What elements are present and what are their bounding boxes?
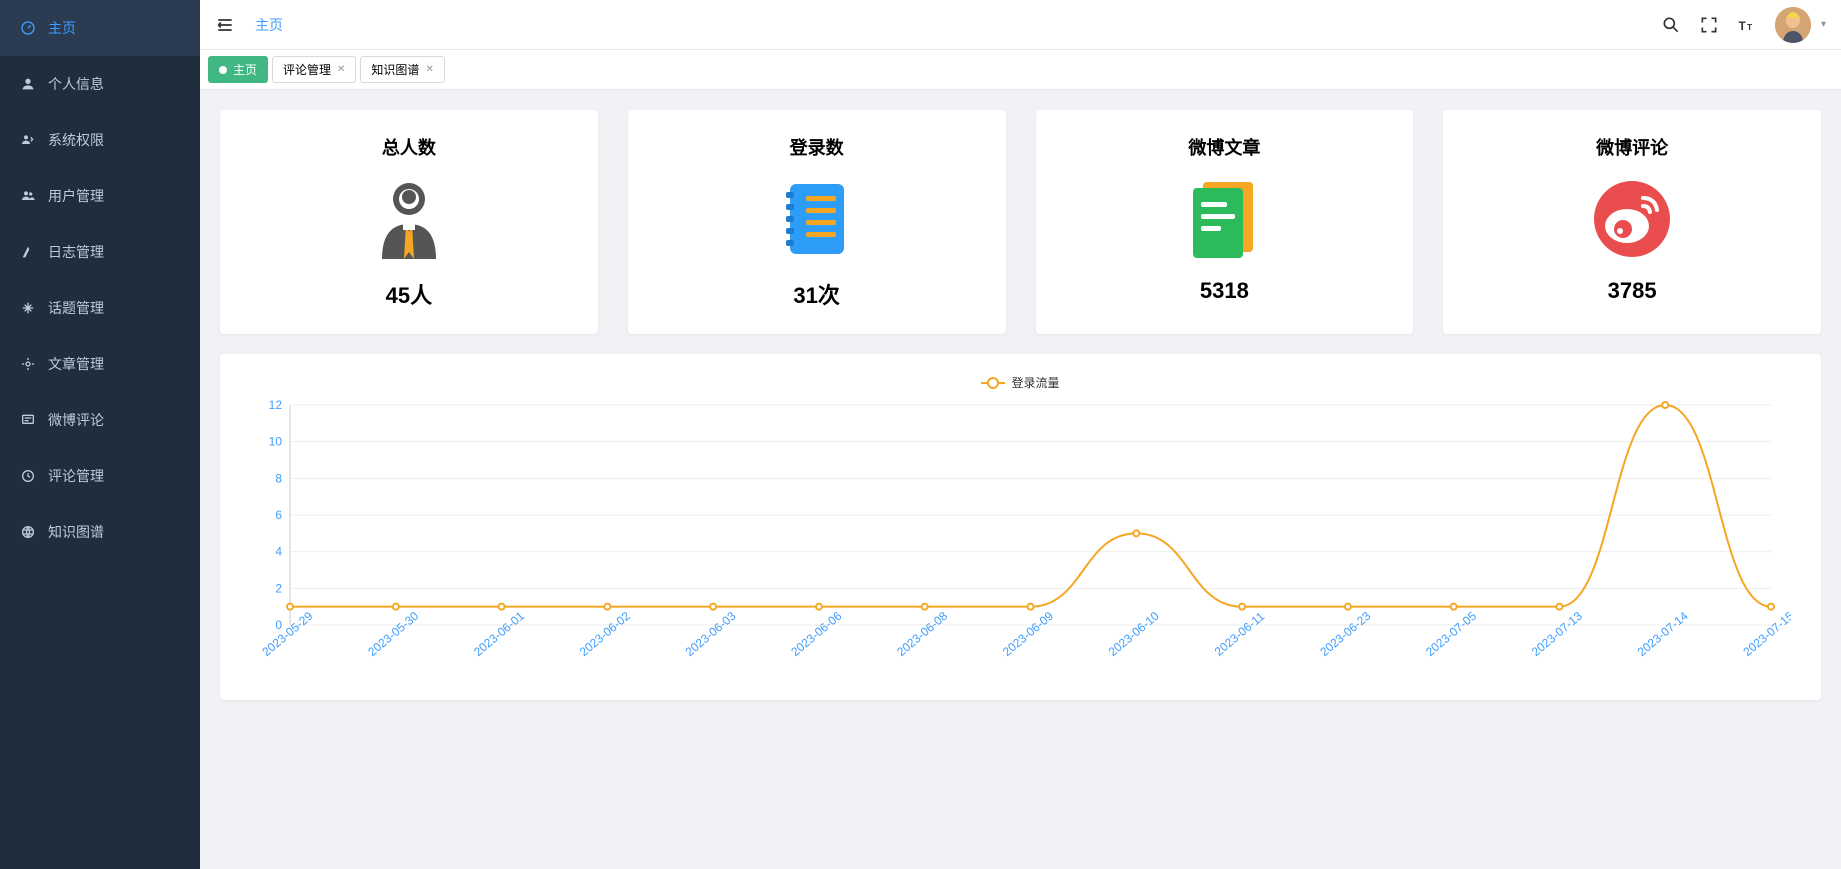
active-dot-icon — [219, 66, 227, 74]
sidebar-item-users[interactable]: 用户管理 — [0, 168, 200, 224]
svg-text:T: T — [1739, 20, 1746, 33]
svg-text:2023-05-30: 2023-05-30 — [365, 609, 421, 659]
tab-home[interactable]: 主页 — [208, 56, 268, 83]
tab-label: 知识图谱 — [371, 61, 419, 78]
legend-marker-icon — [981, 377, 1005, 389]
svg-text:2023-06-02: 2023-06-02 — [577, 609, 633, 659]
topic-icon — [20, 300, 36, 316]
card-title: 微博文章 — [1046, 134, 1404, 160]
sidebar-item-label: 文章管理 — [48, 354, 104, 374]
notebook-icon — [638, 174, 996, 264]
svg-text:2023-06-03: 2023-06-03 — [683, 609, 739, 659]
main: 主页 TT ▾ 主页 — [200, 0, 1841, 869]
breadcrumb: 主页 — [255, 15, 1661, 35]
card-total-users: 总人数 45人 — [220, 110, 598, 334]
avatar[interactable] — [1775, 7, 1811, 43]
svg-text:4: 4 — [275, 545, 282, 559]
fullscreen-icon[interactable] — [1699, 15, 1719, 35]
svg-text:T: T — [1747, 22, 1752, 32]
fontsize-icon[interactable]: TT — [1737, 15, 1757, 35]
card-title: 总人数 — [230, 134, 588, 160]
sidebar-item-profile[interactable]: 个人信息 — [0, 56, 200, 112]
sidebar-item-label: 主页 — [48, 18, 76, 38]
manage-icon — [20, 468, 36, 484]
tabs-bar: 主页 评论管理 ✕ 知识图谱 ✕ — [200, 50, 1841, 90]
close-icon[interactable]: ✕ — [425, 64, 433, 75]
close-icon[interactable]: ✕ — [337, 64, 345, 75]
sidebar-item-label: 微博评论 — [48, 410, 104, 430]
card-value: 45人 — [230, 278, 588, 310]
graph-icon — [20, 524, 36, 540]
svg-text:8: 8 — [275, 471, 282, 485]
sidebar-item-graph[interactable]: 知识图谱 — [0, 504, 200, 560]
chart-login-traffic: 登录流量 0246810122023-05-292023-05-302023-0… — [220, 354, 1821, 700]
sidebar-item-label: 知识图谱 — [48, 522, 104, 542]
card-title: 登录数 — [638, 134, 996, 160]
sidebar-item-label: 个人信息 — [48, 74, 104, 94]
svg-text:2023-06-06: 2023-06-06 — [788, 609, 844, 659]
sidebar-item-permission[interactable]: 系统权限 — [0, 112, 200, 168]
svg-text:12: 12 — [269, 398, 283, 412]
card-login-count: 登录数 31次 — [628, 110, 1006, 334]
card-weibo-comments: 微博评论 3785 — [1443, 110, 1821, 334]
sidebar-item-home[interactable]: 主页 — [0, 0, 200, 56]
stat-cards: 总人数 45人 登录数 31次 微博文章 — [220, 110, 1821, 334]
card-value: 5318 — [1046, 278, 1404, 304]
svg-text:6: 6 — [275, 508, 282, 522]
content: 总人数 45人 登录数 31次 微博文章 — [200, 90, 1841, 869]
chart-legend: 登录流量 — [250, 374, 1791, 391]
log-icon — [20, 244, 36, 260]
sidebar-item-comment-manage[interactable]: 评论管理 — [0, 448, 200, 504]
sidebar: 主页 个人信息 系统权限 用户管理 日志管理 — [0, 0, 200, 869]
tab-knowledge-graph[interactable]: 知识图谱 ✕ — [360, 56, 444, 83]
svg-text:2023-06-10: 2023-06-10 — [1106, 609, 1162, 659]
sidebar-item-label: 日志管理 — [48, 242, 104, 262]
users-icon — [20, 188, 36, 204]
svg-text:2: 2 — [275, 581, 282, 595]
chart-plot: 0246810122023-05-292023-05-302023-06-012… — [250, 395, 1791, 685]
doc-icon — [1046, 174, 1404, 264]
article-icon — [20, 356, 36, 372]
sidebar-item-topics[interactable]: 话题管理 — [0, 280, 200, 336]
svg-text:2023-07-13: 2023-07-13 — [1529, 609, 1585, 659]
person-icon — [230, 174, 588, 264]
dashboard-icon — [20, 20, 36, 36]
svg-text:10: 10 — [269, 435, 283, 449]
toggle-sidebar-button[interactable] — [215, 15, 235, 35]
card-value: 3785 — [1453, 278, 1811, 304]
user-icon — [20, 76, 36, 92]
sidebar-item-logs[interactable]: 日志管理 — [0, 224, 200, 280]
sidebar-item-label: 用户管理 — [48, 186, 104, 206]
topbar: 主页 TT ▾ — [200, 0, 1841, 50]
comment-icon — [20, 412, 36, 428]
tab-comment-manage[interactable]: 评论管理 ✕ — [272, 56, 356, 83]
svg-text:2023-05-29: 2023-05-29 — [259, 609, 315, 659]
sidebar-item-label: 系统权限 — [48, 130, 104, 150]
svg-text:2023-07-14: 2023-07-14 — [1635, 609, 1691, 659]
svg-text:2023-06-08: 2023-06-08 — [894, 609, 950, 659]
sidebar-item-label: 话题管理 — [48, 298, 104, 318]
card-weibo-articles: 微博文章 5318 — [1036, 110, 1414, 334]
svg-text:2023-07-15: 2023-07-15 — [1740, 609, 1791, 659]
sidebar-item-weibo-comments[interactable]: 微博评论 — [0, 392, 200, 448]
weibo-icon — [1453, 174, 1811, 264]
svg-text:2023-06-01: 2023-06-01 — [471, 609, 527, 659]
chevron-down-icon[interactable]: ▾ — [1821, 19, 1826, 30]
svg-text:2023-07-05: 2023-07-05 — [1423, 609, 1479, 659]
legend-label: 登录流量 — [1011, 374, 1059, 391]
tab-label: 评论管理 — [283, 61, 331, 78]
svg-text:2023-06-11: 2023-06-11 — [1212, 609, 1268, 659]
svg-text:2023-06-23: 2023-06-23 — [1317, 609, 1373, 659]
card-title: 微博评论 — [1453, 134, 1811, 160]
sidebar-item-articles[interactable]: 文章管理 — [0, 336, 200, 392]
search-icon[interactable] — [1661, 15, 1681, 35]
card-value: 31次 — [638, 278, 996, 310]
permission-icon — [20, 132, 36, 148]
svg-text:2023-06-09: 2023-06-09 — [1000, 609, 1056, 659]
sidebar-item-label: 评论管理 — [48, 466, 104, 486]
tab-label: 主页 — [233, 61, 257, 78]
